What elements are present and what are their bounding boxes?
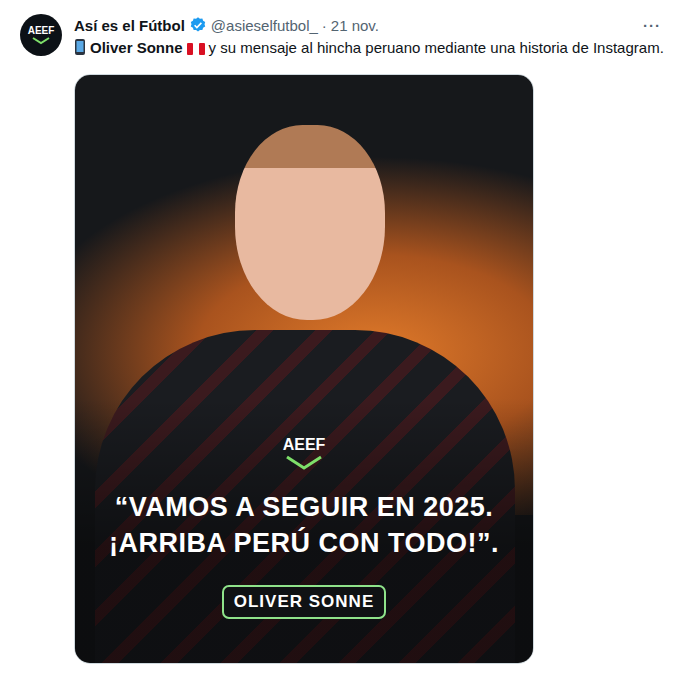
tweet-page: AEEF Así es el Fútbol @asieselfutbol_·21 n… (0, 0, 697, 680)
tweet-content: Así es el Fútbol @asieselfutbol_·21 nov. ·… (74, 14, 681, 664)
mentioned-player: Oliver Sonne (90, 39, 183, 56)
player-name-label: OLIVER SONNE (222, 585, 386, 619)
author-handle[interactable]: @asieselfutbol_ (211, 17, 318, 34)
tweet-header: Así es el Fútbol @asieselfutbol_·21 nov. ·… (74, 14, 681, 36)
aeef-watermark: AEEF (283, 437, 326, 471)
quote-text: “VAMOS A SEGUIR EN 2025. ¡ARRIBA PERÚ CO… (75, 489, 533, 561)
mobile-phone-icon (74, 38, 86, 56)
tweet[interactable]: AEEF Así es el Fútbol @asieselfutbol_·21 n… (0, 0, 697, 664)
more-button[interactable]: ··· (643, 17, 681, 34)
author-name[interactable]: Así es el Fútbol (74, 17, 185, 34)
chevron-icon (32, 37, 50, 45)
tweet-body: y su mensaje al hincha peruano mediante … (209, 39, 664, 56)
verified-badge-icon (189, 16, 207, 34)
avatar-logo-text: AEEF (28, 26, 55, 36)
author-avatar[interactable]: AEEF (20, 14, 62, 56)
separator: · (322, 17, 327, 34)
post-date[interactable]: 21 nov. (331, 17, 379, 34)
peru-flag-icon (187, 42, 205, 56)
media-overlay: AEEF “VAMOS A SEGUIR EN 2025. ¡ARRIBA PER… (75, 75, 533, 663)
tweet-text: Oliver Sonne y su mensaje al hincha perua… (74, 38, 681, 58)
media-card[interactable]: AEEF “VAMOS A SEGUIR EN 2025. ¡ARRIBA PER… (74, 74, 534, 664)
chevron-logo-icon (284, 455, 324, 471)
